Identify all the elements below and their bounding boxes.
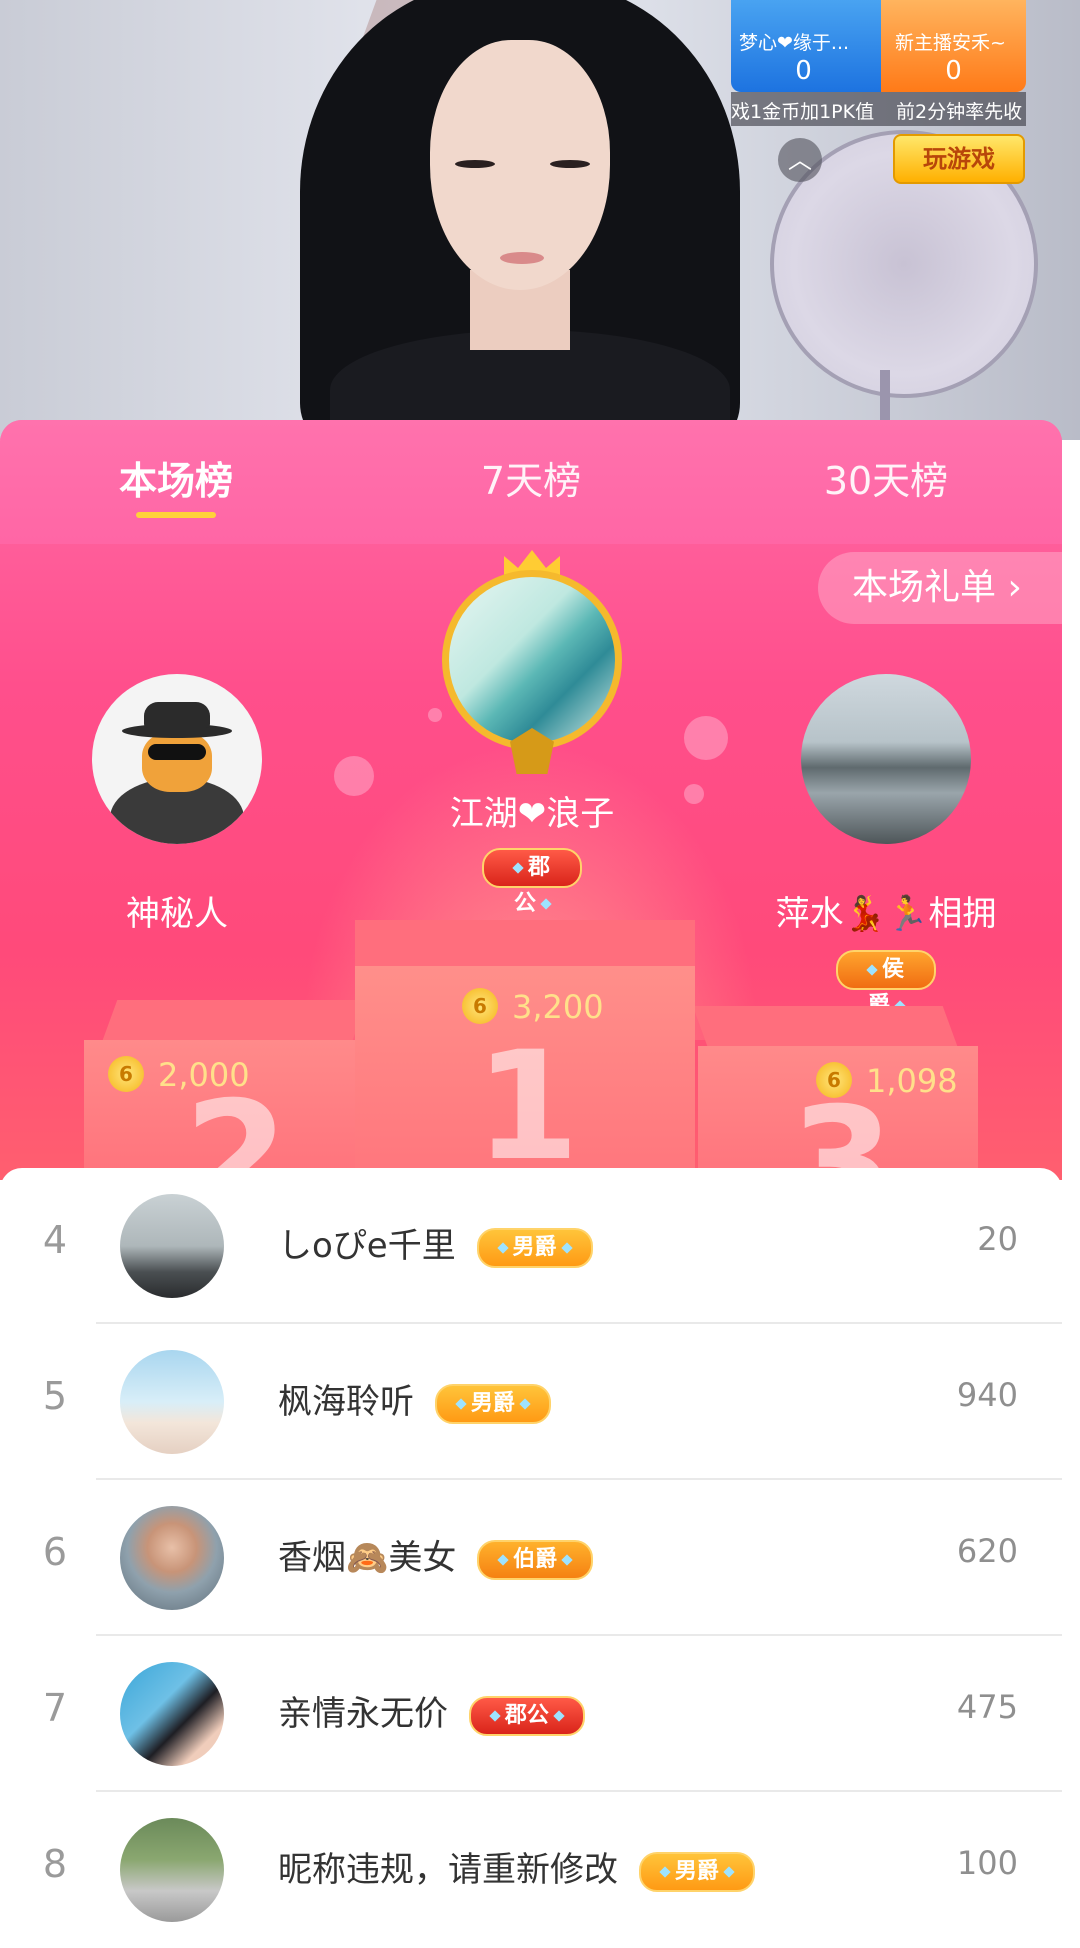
ranking-panel: 本场榜 7天榜 30天榜 本场礼单 › 神秘人 江湖❤浪子 郡公 萍水💃🏃相拥 … [0, 420, 1062, 1180]
rank-badge: 男爵 [434, 1383, 551, 1424]
pk-battle-widget[interactable]: 梦心❤缘于... 0 新主播安禾~ 0 [731, 0, 1026, 92]
pk-left-name: 梦心❤缘于... [739, 32, 850, 54]
user-name-line: 昵称违规，请重新修改 男爵 [278, 1842, 755, 1892]
user-name: しoぴe千里 [278, 1226, 456, 1266]
avatar[interactable] [120, 1662, 224, 1766]
pk-left-team[interactable]: 梦心❤缘于... 0 [731, 0, 881, 92]
user-name: 昵称违规，请重新修改 [278, 1850, 618, 1890]
tab-this-session[interactable]: 本场榜 [56, 450, 296, 505]
first-place-badge-wrap: 郡公 [482, 848, 582, 916]
user-name-line: 枫海聆听 男爵 [278, 1374, 551, 1424]
second-place-name: 神秘人 [126, 894, 228, 934]
spy-hat [144, 702, 210, 728]
list-item[interactable]: 4 しoぴe千里 男爵 20 [0, 1168, 1062, 1324]
rank-badge: 伯爵 [477, 1539, 594, 1580]
active-tab-indicator [136, 512, 216, 518]
tab-7-days[interactable]: 7天榜 [411, 450, 651, 505]
user-score: 620 [956, 1532, 1018, 1570]
streamer-eye [455, 160, 495, 168]
streamer-lips [500, 252, 544, 264]
user-name: 香烟🙈美女 [278, 1538, 457, 1578]
list-item[interactable]: 8 昵称违规，请重新修改 男爵 100 [0, 1792, 1062, 1948]
pk-right-tip: 前2分钟率先收 [896, 101, 1023, 123]
decor-bubble [684, 784, 704, 804]
user-name-line: 亲情永无价 郡公 [278, 1686, 585, 1736]
user-name-line: 香烟🙈美女 伯爵 [278, 1530, 594, 1580]
coin-icon: 6 [462, 988, 498, 1024]
list-item[interactable]: 6 香烟🙈美女 伯爵 620 [0, 1480, 1062, 1636]
user-name: 枫海聆听 [278, 1382, 414, 1422]
second-place-avatar[interactable] [92, 674, 262, 844]
rank-badge: 侯爵 [836, 950, 936, 1018]
avatar[interactable] [120, 1818, 224, 1922]
rank-badge: 男爵 [638, 1851, 755, 1892]
play-game-button[interactable]: 玩游戏 [893, 134, 1025, 184]
user-score: 940 [956, 1376, 1018, 1414]
rank-badge: 男爵 [476, 1227, 593, 1268]
rank-badge: 郡公 [468, 1695, 585, 1736]
pk-left-tip: 戏1金币加1PK值 [731, 101, 875, 123]
spy-glasses [148, 744, 206, 760]
rank-badge: 郡公 [482, 848, 582, 916]
rank-number: 5 [42, 1374, 68, 1418]
user-name: 亲情永无价 [278, 1694, 448, 1734]
session-gift-list-button[interactable]: 本场礼单 › [818, 552, 1062, 624]
rank-number: 8 [42, 1842, 68, 1886]
ranking-list: 4 しoぴe千里 男爵 20 5 枫海聆听 男爵 940 6 香烟🙈美女 伯爵 … [0, 1168, 1062, 1922]
third-place-avatar[interactable] [801, 674, 971, 844]
list-item[interactable]: 5 枫海聆听 男爵 940 [0, 1324, 1062, 1480]
podium-first-top [355, 920, 695, 966]
podium-third-top [692, 1006, 958, 1046]
third-place-score: 1,098 [866, 1062, 958, 1100]
decor-bubble [684, 716, 728, 760]
ranking-tabbar: 本场榜 7天榜 30天榜 [0, 420, 1062, 544]
pk-tip-strip: 戏1金币加1PK值 前2分钟率先收 [731, 92, 1026, 126]
list-item[interactable]: 7 亲情永无价 郡公 475 [0, 1636, 1062, 1792]
coin-icon: 6 [108, 1056, 144, 1092]
rank-number: 6 [42, 1530, 68, 1574]
rank-number: 7 [42, 1686, 68, 1730]
rank-number: 4 [42, 1218, 68, 1262]
coin-icon: 6 [816, 1062, 852, 1098]
user-name-line: しoぴe千里 男爵 [278, 1218, 593, 1268]
user-score: 475 [956, 1688, 1018, 1726]
first-place-avatar[interactable] [442, 570, 622, 750]
podium-first-number: 1 [475, 1020, 580, 1180]
podium-second-top [102, 1000, 368, 1040]
first-place-name: 江湖❤浪子 [449, 794, 615, 834]
user-score: 20 [977, 1220, 1018, 1258]
pk-right-name: 新主播安禾~ [895, 32, 1006, 54]
pk-left-score: 0 [795, 56, 812, 86]
first-place-avatar-frame[interactable] [432, 550, 632, 774]
streamer-eye [550, 160, 590, 168]
first-place-score: 3,200 [512, 988, 604, 1026]
pk-right-team[interactable]: 新主播安禾~ 0 [881, 0, 1026, 92]
third-place-name: 萍水💃🏃相拥 [775, 894, 997, 934]
tab-30-days[interactable]: 30天榜 [766, 450, 1006, 505]
user-score: 100 [956, 1844, 1018, 1882]
pk-right-score: 0 [945, 56, 962, 86]
decor-bubble [334, 756, 374, 796]
collapse-chevron-up-icon[interactable]: ︿ [778, 138, 822, 182]
avatar[interactable] [120, 1350, 224, 1454]
second-place-score: 2,000 [158, 1056, 250, 1094]
spy-face [142, 732, 212, 792]
avatar[interactable] [120, 1506, 224, 1610]
avatar[interactable] [120, 1194, 224, 1298]
